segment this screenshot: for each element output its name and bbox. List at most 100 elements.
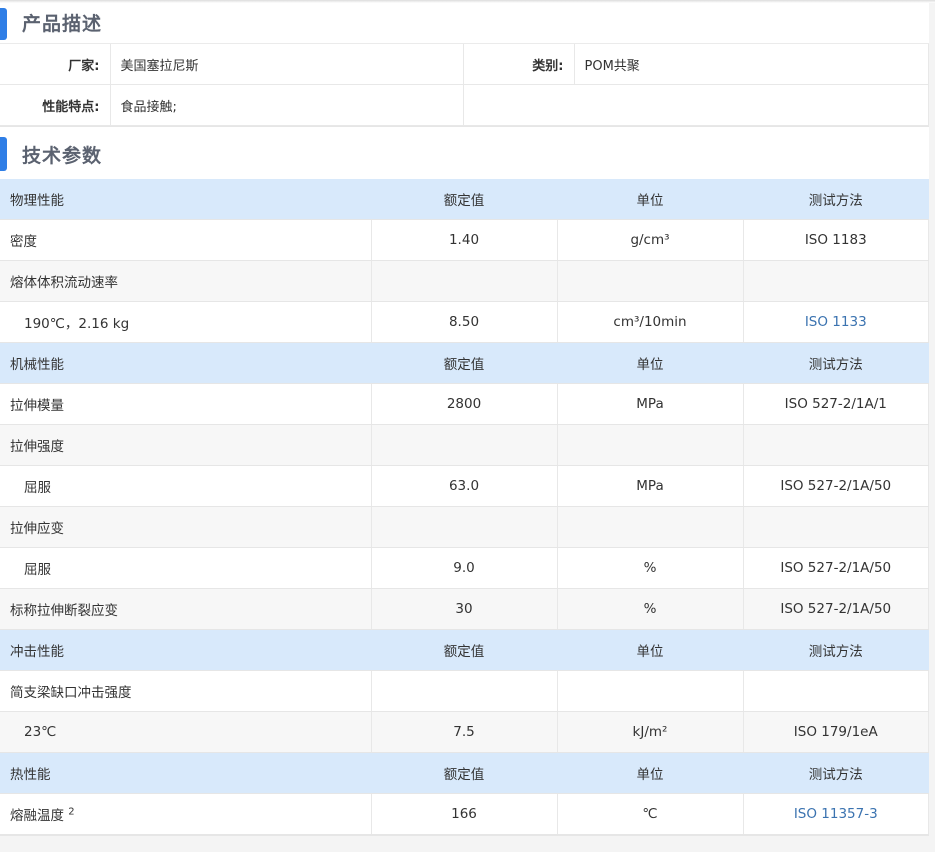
property-cell: 简支梁缺口冲击强度 — [0, 670, 372, 712]
unit-cell: MPa — [557, 465, 744, 507]
method-cell: 测试方法 — [743, 342, 929, 384]
description-row: 性能特点: 食品接触; — [0, 84, 929, 126]
table-row: 拉伸应变 — [0, 506, 929, 548]
section-accent-bar — [0, 137, 7, 171]
value-cell: 额定值 — [371, 342, 558, 384]
unit-cell: 单位 — [557, 342, 744, 384]
value-cell: 9.0 — [371, 547, 558, 589]
property-cell: 熔融温度 2 — [0, 793, 372, 835]
property-cell: 屈服 — [0, 547, 372, 589]
property-cell: 冲击性能 — [0, 629, 372, 671]
footnote-marker[interactable]: 2 — [68, 807, 74, 818]
unit-cell — [557, 260, 744, 302]
table-row: 拉伸强度 — [0, 424, 929, 466]
table-row: 屈服 9.0% ISO 527-2/1A/50 — [0, 547, 929, 589]
value-cell: 额定值 — [371, 179, 558, 220]
table-row: 190℃，2.16 kg 8.50 cm³/10min ISO 1133 — [0, 301, 929, 343]
value-cell: 7.5 — [371, 711, 558, 753]
property-cell: 190℃，2.16 kg — [0, 301, 372, 343]
value-cell: 2800 — [371, 383, 558, 425]
value-cell: 8.50 — [371, 301, 558, 343]
tech-table: 物理性能 额定值 单位 测试方法 密度 1.40 g/cm³ ISO 1183 熔体体积流动速率… — [0, 179, 929, 835]
table-row: 密度 1.40 g/cm³ ISO 1183 — [0, 219, 929, 261]
method-cell: 测试方法 — [743, 752, 929, 794]
method-cell: ISO 527-2/1A/50 — [743, 588, 929, 630]
table-row: 屈服 63.0 MPa ISO 527-2/1A/50 — [0, 465, 929, 507]
value-cell — [371, 670, 558, 712]
property-cell: 物理性能 — [0, 179, 372, 220]
product-description-panel: 产品描述 厂家: 美国塞拉尼斯 类别: POM共聚 性能特点: 食品接触; — [0, 3, 929, 127]
method-cell: 测试方法 — [743, 179, 929, 220]
unit-cell: MPa — [557, 383, 744, 425]
property-cell: 拉伸强度 — [0, 424, 372, 466]
method-cell — [743, 260, 929, 302]
value-cell: 30 — [371, 588, 558, 630]
value-cell: 1.40 — [371, 219, 558, 261]
category-header-row: 冲击性能 额定值 单位 测试方法 — [0, 629, 929, 671]
category-label: 类别: — [463, 44, 575, 85]
unit-cell — [557, 670, 744, 712]
description-row: 厂家: 美国塞拉尼斯 类别: POM共聚 — [0, 44, 929, 85]
value-cell: 166 — [371, 793, 558, 835]
unit-cell: % — [557, 588, 744, 630]
method-cell: ISO 11357-3 — [743, 793, 929, 835]
property-cell: 标称拉伸断裂应变 — [0, 588, 372, 630]
features-value: 食品接触; — [110, 84, 464, 126]
tech-header: 技术参数 — [0, 127, 929, 179]
method-cell: ISO 1133 — [743, 301, 929, 343]
method-cell — [743, 506, 929, 548]
section-accent-bar — [0, 8, 7, 40]
description-header: 产品描述 — [0, 3, 929, 44]
table-row: 拉伸模量 2800 MPa ISO 527-2/1A/1 — [0, 383, 929, 425]
method-cell: ISO 1183 — [743, 219, 929, 261]
tech-params-panel: 技术参数 物理性能 额定值 单位 测试方法 密度 1.40 g/cm³ ISO 1183 熔体体… — [0, 127, 929, 836]
value-cell: 额定值 — [371, 752, 558, 794]
table-row: 23℃ 7.5 kJ/m² ISO 179/1eA — [0, 711, 929, 753]
property-cell: 机械性能 — [0, 342, 372, 384]
table-row: 熔融温度 2 166 ℃ ISO 11357-3 — [0, 793, 929, 835]
description-title: 产品描述 — [22, 13, 103, 35]
test-method-link[interactable]: ISO 11357-3 — [794, 806, 878, 822]
unit-cell: g/cm³ — [557, 219, 744, 261]
property-cell: 23℃ — [0, 711, 372, 753]
value-cell: 额定值 — [371, 629, 558, 671]
table-row: 标称拉伸断裂应变 30% ISO 527-2/1A/50 — [0, 588, 929, 630]
unit-cell — [557, 506, 744, 548]
unit-cell: 单位 — [557, 752, 744, 794]
value-cell — [371, 424, 558, 466]
table-row: 简支梁缺口冲击强度 — [0, 670, 929, 712]
property-cell: 热性能 — [0, 752, 372, 794]
tech-title: 技术参数 — [22, 145, 103, 167]
method-cell: ISO 527-2/1A/1 — [743, 383, 929, 425]
method-cell — [743, 670, 929, 712]
value-cell — [371, 506, 558, 548]
table-row: 熔体体积流动速率 — [0, 260, 929, 302]
unit-cell: % — [557, 547, 744, 589]
method-cell: 测试方法 — [743, 629, 929, 671]
property-label: 熔融温度 — [10, 808, 64, 824]
unit-cell: ℃ — [557, 793, 744, 835]
unit-cell — [557, 424, 744, 466]
manufacturer-label: 厂家: — [0, 44, 111, 85]
test-method-link[interactable]: ISO 1133 — [805, 314, 867, 330]
method-cell: ISO 527-2/1A/50 — [743, 547, 929, 589]
property-cell: 屈服 — [0, 465, 372, 507]
manufacturer-value: 美国塞拉尼斯 — [110, 44, 464, 85]
unit-cell: 单位 — [557, 179, 744, 220]
category-value: POM共聚 — [574, 44, 929, 85]
value-cell — [371, 260, 558, 302]
features-label: 性能特点: — [0, 84, 111, 126]
property-cell: 密度 — [0, 219, 372, 261]
unit-cell: cm³/10min — [557, 301, 744, 343]
description-table: 厂家: 美国塞拉尼斯 类别: POM共聚 性能特点: 食品接触; — [0, 44, 929, 126]
value-cell: 63.0 — [371, 465, 558, 507]
property-cell: 熔体体积流动速率 — [0, 260, 372, 302]
category-header-row: 机械性能 额定值 单位 测试方法 — [0, 342, 929, 384]
property-cell: 拉伸应变 — [0, 506, 372, 548]
category-header-row: 热性能 额定值 单位 测试方法 — [0, 752, 929, 794]
empty-cell — [463, 84, 929, 126]
method-cell — [743, 424, 929, 466]
tech-table-body: 物理性能 额定值 单位 测试方法 密度 1.40 g/cm³ ISO 1183 熔体体积流动速率… — [0, 179, 929, 835]
unit-cell: kJ/m² — [557, 711, 744, 753]
property-cell: 拉伸模量 — [0, 383, 372, 425]
